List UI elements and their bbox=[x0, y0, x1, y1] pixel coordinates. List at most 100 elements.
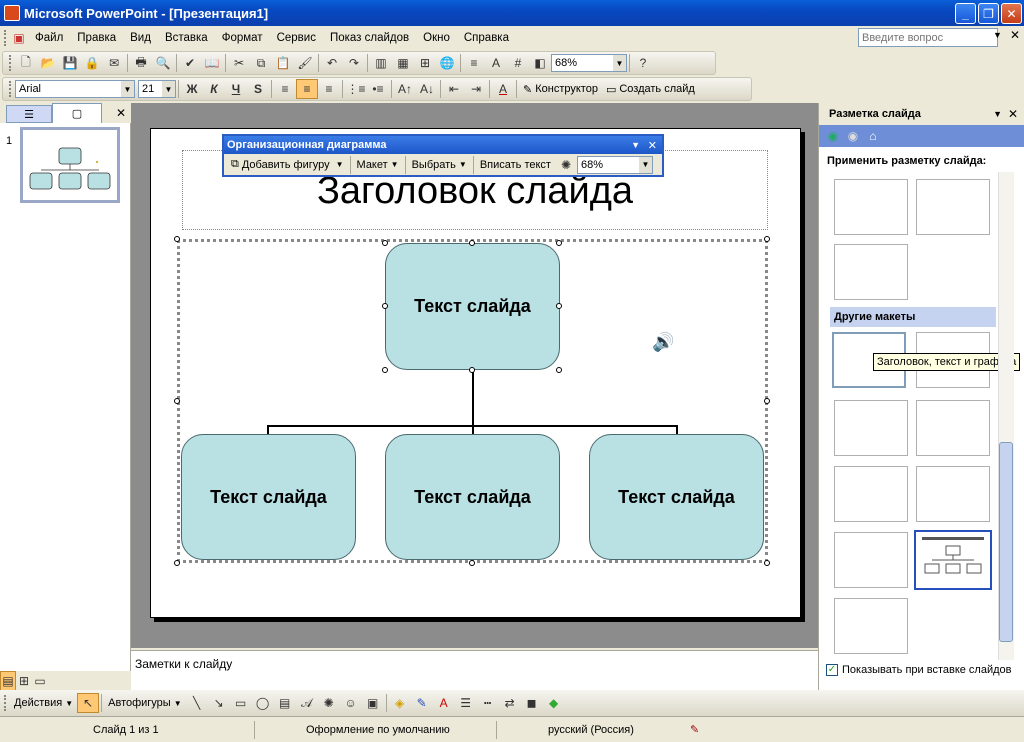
increase-indent-icon[interactable]: ⇥ bbox=[465, 79, 487, 99]
frame-handle[interactable] bbox=[469, 560, 475, 566]
cut-icon[interactable]: ✂ bbox=[228, 53, 250, 73]
preview-icon[interactable]: 🔍 bbox=[152, 53, 174, 73]
show-formatting-icon[interactable]: A bbox=[485, 53, 507, 73]
org-box-left[interactable]: Текст слайда bbox=[181, 434, 356, 560]
shadow-style-icon[interactable]: ◼ bbox=[521, 693, 543, 713]
slide-thumbnail[interactable] bbox=[20, 127, 120, 203]
show-on-insert-checkbox[interactable]: ✓ bbox=[826, 664, 838, 676]
copy-icon[interactable]: ⧉ bbox=[250, 53, 272, 73]
menu-help[interactable]: Справка bbox=[457, 32, 516, 44]
autoformat-icon[interactable]: ✺ bbox=[555, 155, 577, 175]
forward-icon[interactable]: ◉ bbox=[843, 126, 863, 146]
resize-handle[interactable] bbox=[556, 303, 562, 309]
clipart-icon[interactable]: ☺ bbox=[340, 693, 362, 713]
layout-thumb-1[interactable] bbox=[834, 179, 908, 235]
slideshow-view-icon[interactable]: ▭ bbox=[32, 671, 48, 691]
email-icon[interactable]: ✉ bbox=[103, 53, 125, 73]
grid-icon[interactable]: # bbox=[507, 53, 529, 73]
undo-icon[interactable]: ↶ bbox=[321, 53, 343, 73]
rectangle-icon[interactable]: ▭ bbox=[230, 693, 252, 713]
org-box-middle[interactable]: Текст слайда bbox=[385, 434, 560, 560]
resize-handle[interactable] bbox=[556, 367, 562, 373]
diagram-icon[interactable]: ✺ bbox=[318, 693, 340, 713]
autoshapes-button[interactable]: Автофигуры ▼ bbox=[104, 697, 186, 709]
pane-close-icon[interactable]: ✕ bbox=[116, 106, 126, 120]
arrow-style-icon[interactable]: ⇄ bbox=[499, 693, 521, 713]
italic-button[interactable]: К bbox=[203, 79, 225, 99]
layout-thumb-12[interactable] bbox=[834, 598, 908, 654]
taskpane-close-icon[interactable]: ✕ bbox=[1008, 107, 1018, 121]
minimize-button[interactable]: _ bbox=[955, 3, 976, 24]
new-icon[interactable]: 🗋 bbox=[15, 53, 37, 73]
3d-style-icon[interactable]: ◆ bbox=[543, 693, 565, 713]
slides-tab[interactable]: ▢ bbox=[52, 103, 102, 123]
resize-handle[interactable] bbox=[382, 367, 388, 373]
layout-thumb-org-chart[interactable] bbox=[914, 530, 992, 590]
hyperlink-icon[interactable]: 🌐 bbox=[436, 53, 458, 73]
maximize-button[interactable]: ❐ bbox=[978, 3, 999, 24]
new-slide-button[interactable]: ▭ Создать слайд bbox=[602, 83, 699, 96]
menu-format[interactable]: Формат bbox=[215, 32, 270, 44]
format-painter-icon[interactable]: 🖌 bbox=[294, 53, 316, 73]
decrease-indent-icon[interactable]: ⇤ bbox=[443, 79, 465, 99]
resize-handle[interactable] bbox=[469, 367, 475, 373]
layout-thumb-2[interactable] bbox=[916, 179, 990, 235]
layout-thumb-9[interactable] bbox=[916, 466, 990, 522]
org-toolbar-close-icon[interactable]: ✕ bbox=[648, 139, 657, 152]
org-toolbar-options-icon[interactable]: ▼ bbox=[631, 140, 640, 150]
research-icon[interactable]: 📖 bbox=[201, 53, 223, 73]
chart-icon[interactable]: ▥ bbox=[370, 53, 392, 73]
doc-close-icon[interactable]: ✕ bbox=[1010, 28, 1020, 42]
notes-pane[interactable]: Заметки к слайду bbox=[131, 650, 818, 690]
line-color-icon[interactable]: ✎ bbox=[411, 693, 433, 713]
home-icon[interactable]: ⌂ bbox=[863, 126, 883, 146]
close-button[interactable]: ✕ bbox=[1001, 3, 1022, 24]
align-right-icon[interactable]: ≡ bbox=[318, 79, 340, 99]
numbering-icon[interactable]: ⋮≡ bbox=[345, 79, 367, 99]
scrollbar-thumb[interactable] bbox=[999, 442, 1013, 642]
frame-handle[interactable] bbox=[174, 236, 180, 242]
layout-thumb-3[interactable] bbox=[834, 244, 908, 300]
zoom-select[interactable]: 68% ▼ bbox=[551, 54, 627, 72]
resize-handle[interactable] bbox=[556, 240, 562, 246]
sound-icon[interactable]: 🔊 bbox=[652, 332, 674, 353]
align-left-icon[interactable]: ≡ bbox=[274, 79, 296, 99]
menu-window[interactable]: Окно bbox=[416, 32, 457, 44]
help-dropdown-icon[interactable]: ▼ bbox=[993, 30, 1002, 40]
frame-handle[interactable] bbox=[764, 560, 770, 566]
back-icon[interactable]: ◉ bbox=[823, 126, 843, 146]
frame-handle[interactable] bbox=[174, 398, 180, 404]
text-color-icon[interactable]: A bbox=[433, 693, 455, 713]
line-icon[interactable]: ╲ bbox=[186, 693, 208, 713]
expand-icon[interactable]: ≡ bbox=[463, 53, 485, 73]
menu-edit[interactable]: Правка bbox=[70, 32, 123, 44]
font-color-icon[interactable]: A bbox=[492, 79, 514, 99]
oval-icon[interactable]: ◯ bbox=[252, 693, 274, 713]
spelling-status-icon[interactable]: ✎ bbox=[690, 723, 699, 736]
outline-tab[interactable]: ☰ bbox=[6, 105, 52, 123]
textbox-icon[interactable]: ▤ bbox=[274, 693, 296, 713]
add-shape-button[interactable]: ⧉ Добавить фигуру ▼ bbox=[227, 158, 348, 171]
designer-button[interactable]: ✎ Конструктор bbox=[519, 83, 602, 96]
font-size-select[interactable]: 21 ▼ bbox=[138, 80, 176, 98]
menu-insert[interactable]: Вставка bbox=[158, 32, 215, 44]
frame-handle[interactable] bbox=[764, 398, 770, 404]
menu-file[interactable]: Файл bbox=[28, 32, 70, 44]
layout-button[interactable]: Макет ▼ bbox=[353, 159, 403, 171]
underline-button[interactable]: Ч bbox=[225, 79, 247, 99]
org-box-top[interactable]: Текст слайда bbox=[385, 243, 560, 370]
pointer-icon[interactable]: ↖ bbox=[77, 693, 100, 713]
help-icon[interactable]: ? bbox=[632, 53, 654, 73]
layout-thumb-6[interactable] bbox=[834, 400, 908, 456]
menu-slideshow[interactable]: Показ слайдов bbox=[323, 32, 416, 44]
frame-handle[interactable] bbox=[174, 560, 180, 566]
bullets-icon[interactable]: •≡ bbox=[367, 79, 389, 99]
org-zoom-select[interactable]: 68% ▼ bbox=[576, 155, 653, 174]
resize-handle[interactable] bbox=[382, 303, 388, 309]
open-icon[interactable]: 📂 bbox=[37, 53, 59, 73]
paste-icon[interactable]: 📋 bbox=[272, 53, 294, 73]
permission-icon[interactable]: 🔒 bbox=[81, 53, 103, 73]
font-select[interactable]: Arial ▼ bbox=[15, 80, 135, 98]
shadow-button[interactable]: S bbox=[247, 79, 269, 99]
print-icon[interactable]: 🖶 bbox=[130, 53, 152, 73]
